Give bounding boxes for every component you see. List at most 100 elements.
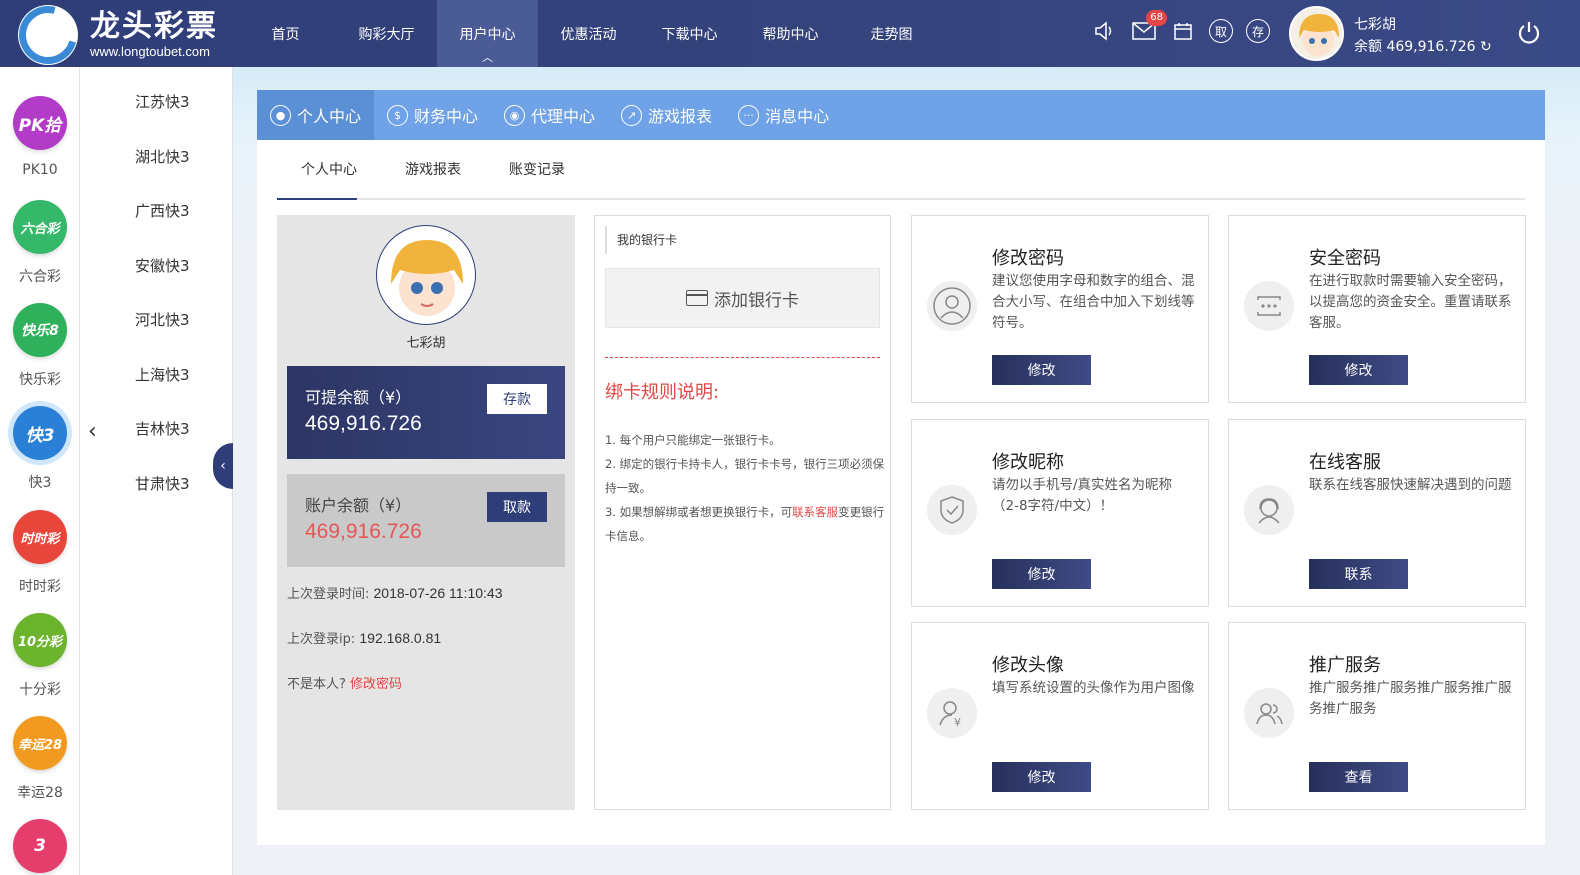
header-balance-text: 余额 469,916.726 bbox=[1354, 39, 1476, 55]
withdraw-button[interactable]: 取款 bbox=[487, 492, 547, 522]
contact-support-link[interactable]: 联系客服 bbox=[792, 505, 838, 519]
subtab-balance-records[interactable]: 账变记录 bbox=[485, 150, 589, 198]
ten-minute-icon: 10分彩 bbox=[13, 613, 67, 667]
deposit-icon[interactable]: 存 bbox=[1246, 19, 1270, 43]
nav-promotions[interactable]: 优惠活动 bbox=[538, 0, 639, 67]
tab-label: 财务中心 bbox=[414, 107, 479, 126]
not-me-line: 不是本人? 修改密码 bbox=[287, 673, 402, 692]
nav-downloads[interactable]: 下载中心 bbox=[639, 0, 740, 67]
nav-help[interactable]: 帮助中心 bbox=[740, 0, 841, 67]
nav-user-center[interactable]: 用户中心 ︿ bbox=[437, 0, 538, 67]
subtab-game-report[interactable]: 游戏报表 bbox=[381, 150, 485, 198]
submenu-jiangsu-k3[interactable]: 江苏快3 bbox=[135, 91, 190, 112]
change-avatar-button[interactable]: 修改 bbox=[992, 762, 1091, 792]
tab-game-report[interactable]: ↗ 游戏报表 bbox=[608, 90, 725, 140]
lottery-mark-six[interactable]: 六合彩 六合彩 bbox=[0, 200, 80, 286]
lottery-pk10[interactable]: PK拾 PK10 bbox=[0, 96, 80, 178]
header-icons: 68 取 存 bbox=[1092, 10, 1283, 44]
nav-trend-label: 走势图 bbox=[870, 26, 913, 43]
last-login-time: 上次登录时间: 2018-07-26 11:10:43 bbox=[287, 583, 502, 602]
submenu-jilin-k3[interactable]: 吉林快3 bbox=[135, 418, 190, 439]
nav-trend[interactable]: 走势图 bbox=[841, 0, 942, 67]
security-password-card: 安全密码 在进行取款时需要输入安全密码，以提高您的资金安全。重置请联系客服。 修… bbox=[1228, 215, 1526, 403]
sound-icon[interactable] bbox=[1092, 18, 1118, 44]
bank-card-title: 我的银行卡 bbox=[605, 226, 677, 254]
view-promotion-button[interactable]: 查看 bbox=[1309, 762, 1408, 792]
add-bank-card-label: 添加银行卡 bbox=[714, 290, 799, 311]
lottery-label: 六合彩 bbox=[19, 269, 61, 285]
lottery-lucky28[interactable]: 幸运28 幸运28 bbox=[0, 716, 80, 802]
subtab-personal-center[interactable]: 个人中心 bbox=[277, 150, 381, 200]
lottery-label: PK10 bbox=[22, 162, 58, 178]
rule-item: 1. 每个用户只能绑定一张银行卡。 bbox=[605, 433, 781, 447]
personal-subtabs: 个人中心 游戏报表 账变记录 bbox=[277, 150, 1525, 200]
nav-home-label: 首页 bbox=[271, 26, 300, 43]
user-center-panel: ● 个人中心 $ 财务中心 ◉ 代理中心 ↗ 游戏报表 ··· 消息中心 个人中心 游戏报… bbox=[257, 90, 1545, 845]
profile-avatar bbox=[376, 225, 476, 325]
nav-home[interactable]: 首页 bbox=[235, 0, 336, 67]
tab-finance-center[interactable]: $ 财务中心 bbox=[374, 90, 491, 140]
last-login-time-label: 上次登录时间: bbox=[287, 587, 374, 602]
submenu-guangxi-k3[interactable]: 广西快3 bbox=[135, 200, 190, 221]
submenu-hubei-k3[interactable]: 湖北快3 bbox=[135, 146, 190, 167]
card-description: 请勿以手机号/真实姓名为昵称（2-8字符/中文）！ bbox=[992, 477, 1173, 514]
mark-six-icon: 六合彩 bbox=[13, 200, 67, 254]
tab-personal-center[interactable]: ● 个人中心 bbox=[257, 90, 375, 140]
divider bbox=[605, 357, 880, 358]
lottery-k3[interactable]: 快3 快3 bbox=[0, 406, 80, 492]
svg-text:¥: ¥ bbox=[954, 716, 961, 728]
k3-submenu: 江苏快3 湖北快3 广西快3 安徽快3 河北快3 上海快3 吉林快3 甘肃快3 … bbox=[80, 67, 233, 875]
account-balance-title: 账户余额（¥） bbox=[305, 496, 412, 515]
card-title: 修改密码 bbox=[992, 248, 1064, 269]
tab-label: 个人中心 bbox=[297, 107, 362, 126]
tab-message-center[interactable]: ··· 消息中心 bbox=[725, 90, 842, 140]
tab-label: 消息中心 bbox=[765, 107, 830, 126]
main-nav: 首页 购彩大厅 用户中心 ︿ 优惠活动 下载中心 帮助中心 走势图 bbox=[235, 0, 942, 67]
card-description: 建议您使用字母和数字的组合、混合大小写、在组合中加入下划线等符号。 bbox=[992, 273, 1195, 331]
nav-lottery-hall[interactable]: 购彩大厅 bbox=[336, 0, 437, 67]
happy8-icon: 快乐8 bbox=[13, 303, 67, 357]
submenu-shanghai-k3[interactable]: 上海快3 bbox=[135, 364, 190, 385]
lottery-label: 幸运28 bbox=[17, 785, 63, 801]
header-avatar[interactable] bbox=[1289, 6, 1344, 61]
nav-downloads-label: 下载中心 bbox=[661, 26, 718, 43]
lottery-ten-minute[interactable]: 10分彩 十分彩 bbox=[0, 613, 80, 699]
agent-icon: ◉ bbox=[504, 104, 526, 126]
power-icon[interactable] bbox=[1516, 20, 1542, 46]
change-password-link[interactable]: 修改密码 bbox=[350, 677, 402, 692]
submenu-gansu-k3[interactable]: 甘肃快3 bbox=[135, 473, 190, 494]
lottery-label: 快3 bbox=[28, 475, 52, 491]
submenu-hebei-k3[interactable]: 河北快3 bbox=[135, 309, 190, 330]
card-title: 安全密码 bbox=[1309, 248, 1381, 269]
account-balance-value: 469,916.726 bbox=[305, 520, 422, 543]
avatar-money-icon: ¥ bbox=[927, 688, 977, 738]
dollar-icon: $ bbox=[387, 104, 409, 126]
user-icon bbox=[927, 281, 977, 331]
submenu-anhui-k3[interactable]: 安徽快3 bbox=[135, 255, 190, 276]
profile-panel: 七彩胡 可提余额（¥） 469,916.726 存款 账户余额（¥） 469,9… bbox=[277, 215, 575, 810]
lottery-happy[interactable]: 快乐8 快乐彩 bbox=[0, 303, 80, 389]
deposit-button[interactable]: 存款 bbox=[487, 384, 547, 414]
last-login-time-value: 2018-07-26 11:10:43 bbox=[373, 585, 503, 601]
lottery-3-icon: 3 bbox=[13, 819, 67, 873]
lottery-ssc[interactable]: 时时彩 时时彩 bbox=[0, 510, 80, 596]
nav-promotions-label: 优惠活动 bbox=[560, 26, 617, 43]
tab-agent-center[interactable]: ◉ 代理中心 bbox=[491, 90, 608, 140]
change-password-button[interactable]: 修改 bbox=[992, 355, 1091, 385]
trend-icon: ↗ bbox=[621, 104, 643, 126]
mail-icon[interactable]: 68 bbox=[1131, 10, 1167, 44]
withdraw-icon[interactable]: 取 bbox=[1209, 19, 1233, 43]
change-password-card: 修改密码 建议您使用字母和数字的组合、混合大小写、在组合中加入下划线等符号。 修… bbox=[911, 215, 1209, 403]
brand-logo[interactable]: 龙头彩票 www.longtoubet.com bbox=[18, 5, 218, 65]
lottery-more[interactable]: 3 bbox=[0, 819, 80, 873]
bank-card-panel: 我的银行卡 添加银行卡 绑卡规则说明: 1. 每个用户只能绑定一张银行卡。 2.… bbox=[594, 215, 891, 810]
refresh-icon[interactable]: ↻ bbox=[1480, 39, 1492, 55]
contact-support-button[interactable]: 联系 bbox=[1309, 559, 1408, 589]
chevron-left-icon[interactable]: ‹ bbox=[88, 419, 97, 444]
security-password-button[interactable]: 修改 bbox=[1309, 355, 1408, 385]
profile-name: 七彩胡 bbox=[406, 336, 446, 351]
change-nickname-button[interactable]: 修改 bbox=[992, 559, 1091, 589]
calendar-icon[interactable] bbox=[1170, 18, 1196, 44]
add-bank-card-button[interactable]: 添加银行卡 bbox=[605, 268, 880, 328]
person-icon: ● bbox=[270, 104, 291, 126]
